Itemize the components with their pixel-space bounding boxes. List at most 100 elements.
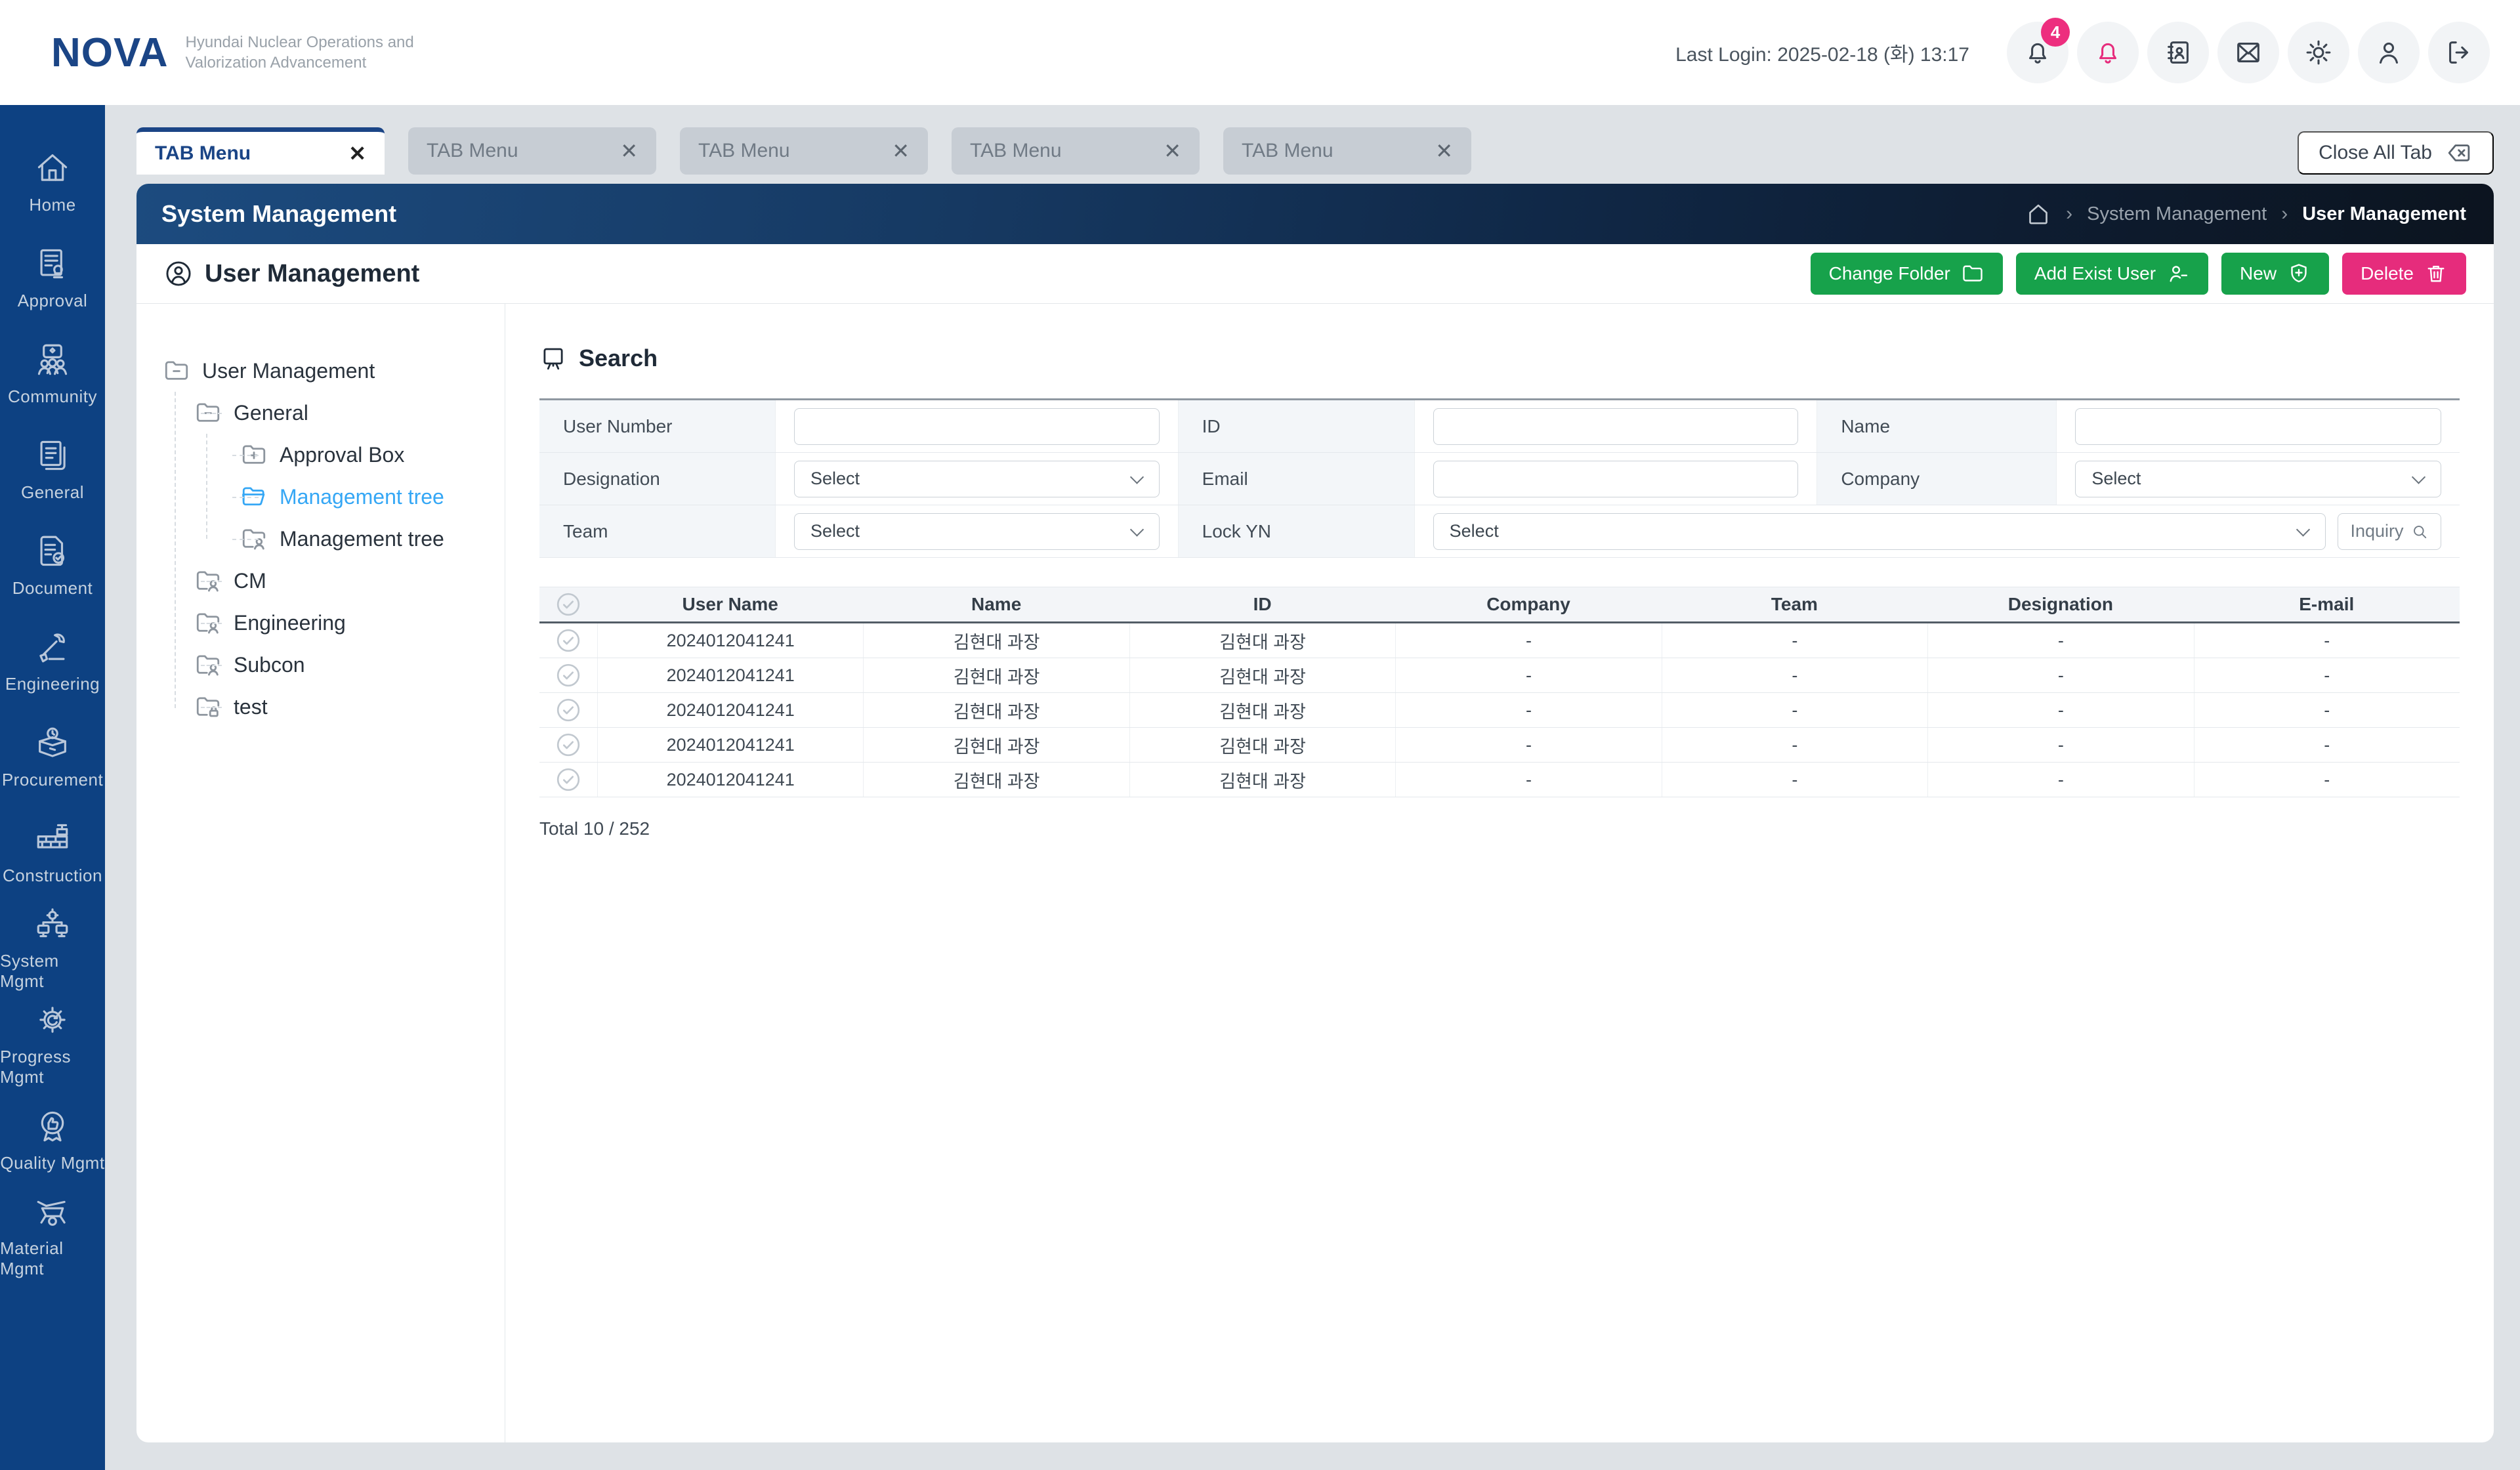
tab-menu-4[interactable]: TAB Menu ✕: [952, 127, 1200, 175]
tree-item-user-management[interactable]: User Management: [163, 350, 492, 392]
tree-item-label: Approval Box: [280, 442, 405, 467]
sidebar-item-system-mgmt[interactable]: System Mgmt: [0, 900, 105, 996]
table-row[interactable]: 2024012041241 김현대 과장 김현대 과장 - - - -: [539, 693, 2460, 728]
tab-close-icon[interactable]: ✕: [348, 141, 366, 166]
tree-item-label: Management tree: [280, 484, 444, 509]
construction-bricks-icon: [33, 820, 72, 858]
alert-bell-button[interactable]: [2077, 22, 2139, 83]
id-input[interactable]: [1433, 408, 1799, 445]
tree-item-approval-box[interactable]: Approval Box: [163, 434, 492, 476]
tree-item-test[interactable]: test: [163, 686, 492, 728]
page-title: User Management: [164, 259, 419, 288]
tree-item-general[interactable]: General: [163, 392, 492, 434]
team-select[interactable]: Select: [794, 513, 1160, 550]
sidebar-item-quality-mgmt[interactable]: Quality Mgmt: [0, 1092, 105, 1188]
tab-close-icon[interactable]: ✕: [1164, 138, 1181, 163]
row-check[interactable]: [539, 693, 597, 727]
sidebar-item-general[interactable]: General: [0, 421, 105, 517]
last-login-text: Last Login: 2025-02-18 (화) 13:17: [1675, 44, 1969, 66]
tab-menu-2[interactable]: TAB Menu ✕: [408, 127, 656, 175]
add-exist-user-button[interactable]: Add Exist User: [2015, 253, 2209, 295]
row-check[interactable]: [539, 623, 597, 658]
general-docs-icon: [33, 436, 72, 474]
folder-minus-icon: [194, 399, 222, 427]
user-icon: [2374, 37, 2404, 68]
email-input[interactable]: [1433, 460, 1799, 497]
tree-item-engineering[interactable]: Engineering: [163, 602, 492, 644]
tab-close-icon[interactable]: ✕: [1435, 138, 1453, 163]
settings-button[interactable]: [2288, 22, 2349, 83]
page-bar: System Management › System Management › …: [136, 184, 2494, 244]
cell-company: -: [1395, 623, 1661, 658]
logo-tagline: Hyundai Nuclear Operations and Valorizat…: [186, 32, 414, 73]
tab-close-icon[interactable]: ✕: [620, 138, 638, 163]
company-select[interactable]: Select: [2075, 460, 2441, 497]
tab-menu-5[interactable]: TAB Menu ✕: [1223, 127, 1471, 175]
user-number-label: User Number: [539, 400, 776, 452]
delete-button[interactable]: Delete: [2342, 253, 2466, 295]
name-input[interactable]: [2075, 408, 2441, 445]
contacts-button[interactable]: [2147, 22, 2209, 83]
search-form: User Number ID Name Designation Select E…: [539, 398, 2460, 558]
sidebar-item-construction[interactable]: Construction: [0, 805, 105, 900]
notification-bell-button[interactable]: 4: [2007, 18, 2070, 83]
row-check[interactable]: [539, 728, 597, 762]
cell-user-name: 2024012041241: [597, 728, 863, 762]
tab-menu-3[interactable]: TAB Menu ✕: [680, 127, 928, 175]
tree-item-management-tree-selected[interactable]: Management tree: [163, 476, 492, 518]
tab-menu-1[interactable]: TAB Menu ✕: [136, 127, 385, 175]
breadcrumb-system-management[interactable]: System Management: [2087, 203, 2267, 225]
content-card: User Management Change Folder Add Exist …: [136, 244, 2494, 1442]
sidebar-item-engineering[interactable]: Engineering: [0, 613, 105, 709]
cell-designation: -: [1927, 658, 2193, 692]
cell-team: -: [1661, 763, 1927, 797]
designation-select[interactable]: Select: [794, 460, 1160, 497]
sidebar-item-community[interactable]: Community: [0, 326, 105, 421]
tab-label: TAB Menu: [1242, 140, 1334, 161]
profile-button[interactable]: [2358, 22, 2420, 83]
logo-block[interactable]: NOVA Hyundai Nuclear Operations and Valo…: [0, 30, 414, 76]
sidebar-item-approval[interactable]: Approval: [0, 230, 105, 326]
lock-yn-select[interactable]: Select: [1433, 513, 2326, 550]
sidebar-item-procurement[interactable]: Procurement: [0, 709, 105, 805]
select-all-check[interactable]: [539, 587, 597, 621]
user-number-input[interactable]: [794, 408, 1160, 445]
cell-name: 김현대 과장: [863, 763, 1129, 797]
change-folder-button[interactable]: Change Folder: [1810, 253, 2003, 295]
close-all-tab-button[interactable]: Close All Tab: [2298, 131, 2494, 175]
mail-button[interactable]: [2217, 22, 2279, 83]
table-row[interactable]: 2024012041241 김현대 과장 김현대 과장 - - - -: [539, 728, 2460, 763]
sidebar-item-home[interactable]: Home: [0, 134, 105, 230]
table-row[interactable]: 2024012041241 김현대 과장 김현대 과장 - - - -: [539, 623, 2460, 658]
breadcrumb-home-icon[interactable]: [2025, 201, 2051, 227]
cell-company: -: [1395, 728, 1661, 762]
sidebar-item-document[interactable]: Document: [0, 517, 105, 613]
row-check[interactable]: [539, 763, 597, 797]
check-circle-icon: [555, 662, 581, 688]
trash-icon: [2424, 262, 2448, 285]
inquiry-button[interactable]: Inquiry: [2338, 513, 2441, 550]
material-wheelbarrow-icon: [33, 1192, 72, 1230]
new-button[interactable]: New: [2221, 253, 2330, 295]
team-label: Team: [539, 505, 776, 557]
search-board-icon: [539, 345, 567, 372]
row-check[interactable]: [539, 658, 597, 692]
cell-name: 김현대 과장: [863, 728, 1129, 762]
cell-id: 김현대 과장: [1129, 693, 1395, 727]
cell-email: -: [2193, 693, 2460, 727]
cell-user-name: 2024012041241: [597, 693, 863, 727]
table-row[interactable]: 2024012041241 김현대 과장 김현대 과장 - - - -: [539, 658, 2460, 693]
home-icon: [33, 149, 72, 187]
folder-lock-icon: [194, 693, 222, 721]
sidebar-item-progress-mgmt[interactable]: Progress Mgmt: [0, 996, 105, 1092]
tree-item-cm[interactable]: CM: [163, 560, 492, 602]
logout-button[interactable]: [2428, 22, 2490, 83]
sidebar-item-material-mgmt[interactable]: Material Mgmt: [0, 1188, 105, 1284]
tab-close-icon[interactable]: ✕: [892, 138, 910, 163]
tree-item-label: Engineering: [234, 610, 346, 635]
tree-item-subcon[interactable]: Subcon: [163, 644, 492, 686]
tree-item-label: User Management: [202, 358, 375, 383]
table-row[interactable]: 2024012041241 김현대 과장 김현대 과장 - - - -: [539, 763, 2460, 797]
tree-item-management-tree[interactable]: Management tree: [163, 518, 492, 560]
top-header: NOVA Hyundai Nuclear Operations and Valo…: [0, 0, 2520, 105]
